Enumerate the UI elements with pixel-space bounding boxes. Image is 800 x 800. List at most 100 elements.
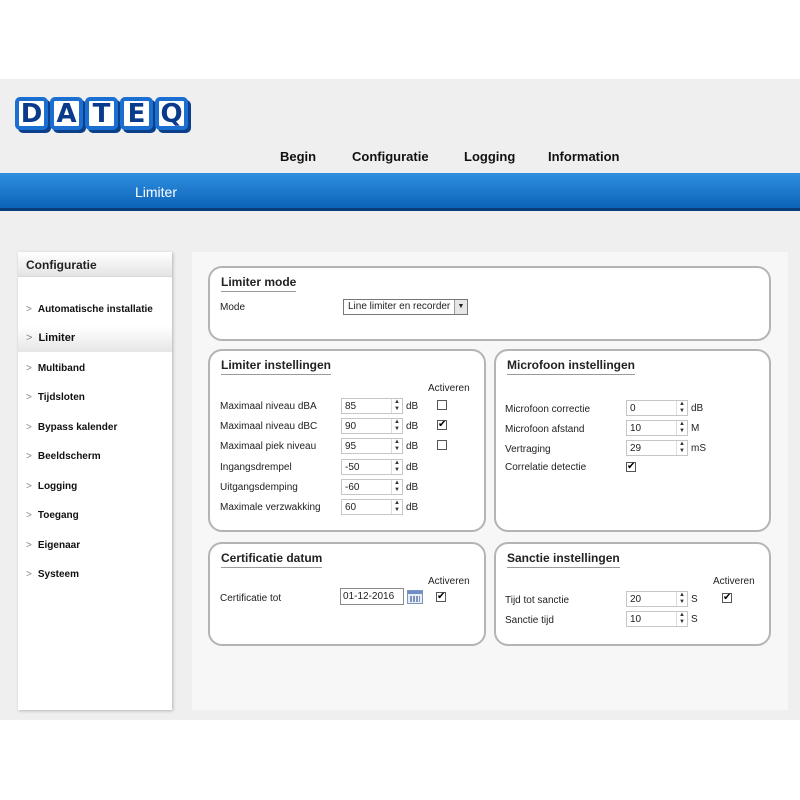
sidebar-item-toegang[interactable]: > Toegang: [18, 504, 172, 528]
sidebar-item-bypass-kalender[interactable]: > Bypass kalender: [18, 416, 172, 440]
stepper-arrows[interactable]: ▲ ▼: [391, 480, 402, 494]
max-niveau-dbc-stepper[interactable]: ▲▼: [341, 418, 403, 434]
nav-logging[interactable]: Logging: [464, 149, 515, 164]
stepper-input[interactable]: [342, 460, 392, 474]
content-area: Limiter mode Mode Line limiter en record…: [192, 252, 788, 710]
activeren-dbc-checkbox[interactable]: ✔: [437, 420, 447, 430]
stepper-input[interactable]: [342, 480, 392, 494]
mode-label: Mode: [220, 302, 246, 313]
logo-letter: D: [15, 97, 48, 130]
spin-down-icon[interactable]: ▼: [392, 467, 402, 474]
stepper-arrows[interactable]: ▲ ▼: [676, 401, 687, 415]
dateq-logo: D A T E Q: [15, 97, 190, 130]
maximale-verzwakking-stepper[interactable]: ▲▼: [341, 499, 403, 515]
calendar-icon[interactable]: [407, 590, 423, 604]
spin-up-icon[interactable]: ▲: [677, 612, 687, 619]
chevron-right-icon: >: [26, 451, 32, 462]
stepper-arrows[interactable]: ▲ ▼: [676, 441, 687, 455]
certificatie-tot-label: Certificatie tot: [220, 593, 282, 604]
sidebar-item-automatische-installatie[interactable]: > Automatische installatie: [18, 298, 172, 322]
stepper-input[interactable]: [627, 592, 677, 606]
row-label: Uitgangsdemping: [220, 482, 298, 493]
sidebar-item-limiter[interactable]: > Limiter: [18, 326, 172, 352]
panel-limiter-instellingen: Limiter instellingen Activeren Maximaal …: [208, 349, 486, 532]
spin-down-icon[interactable]: ▼: [392, 446, 402, 453]
stepper-input[interactable]: [342, 439, 392, 453]
ingangsdrempel-stepper[interactable]: ▲▼: [341, 459, 403, 475]
activeren-header: Activeren: [428, 576, 470, 587]
logo-letter: Q: [155, 97, 188, 130]
spin-down-icon[interactable]: ▼: [677, 428, 687, 435]
sidebar-item-systeem[interactable]: > Systeem: [18, 563, 172, 587]
spin-down-icon[interactable]: ▼: [677, 619, 687, 626]
sidebar-item-label: Eigenaar: [37, 540, 81, 551]
stepper-input[interactable]: [627, 441, 677, 455]
activeren-dba-checkbox[interactable]: [437, 400, 447, 410]
sidebar-item-label: Logging: [37, 481, 78, 492]
unit-label: dB: [406, 462, 419, 473]
certificatie-date-input[interactable]: 01-12-2016: [340, 588, 404, 605]
stepper-input[interactable]: [342, 500, 392, 514]
spin-down-icon[interactable]: ▼: [677, 408, 687, 415]
spin-up-icon[interactable]: ▲: [392, 480, 402, 487]
vertraging-stepper[interactable]: ▲▼: [626, 440, 688, 456]
stepper-arrows[interactable]: ▲ ▼: [391, 500, 402, 514]
microfoon-correctie-stepper[interactable]: ▲▼: [626, 400, 688, 416]
spin-up-icon[interactable]: ▲: [392, 439, 402, 446]
nav-configuratie[interactable]: Configuratie: [352, 149, 429, 164]
stepper-input[interactable]: [342, 419, 392, 433]
spin-up-icon[interactable]: ▲: [392, 460, 402, 467]
spin-down-icon[interactable]: ▼: [392, 487, 402, 494]
stepper-arrows[interactable]: ▲ ▼: [391, 419, 402, 433]
sidebar-item-tijdsloten[interactable]: > Tijdsloten: [18, 386, 172, 410]
spin-up-icon[interactable]: ▲: [392, 500, 402, 507]
panel-title: Limiter mode: [221, 275, 297, 292]
spin-up-icon[interactable]: ▲: [677, 401, 687, 408]
stepper-arrows[interactable]: ▲ ▼: [391, 460, 402, 474]
stepper-arrows[interactable]: ▲ ▼: [676, 612, 687, 626]
spin-up-icon[interactable]: ▲: [677, 421, 687, 428]
nav-information[interactable]: Information: [548, 149, 620, 164]
spin-down-icon[interactable]: ▼: [677, 599, 687, 606]
spin-up-icon[interactable]: ▲: [392, 419, 402, 426]
panel-title: Sanctie instellingen: [507, 551, 620, 568]
activeren-sanctie-checkbox[interactable]: ✔: [722, 593, 732, 603]
stepper-input[interactable]: [627, 612, 677, 626]
chevron-down-icon[interactable]: ▼: [454, 300, 467, 314]
spin-down-icon[interactable]: ▼: [677, 448, 687, 455]
stepper-input[interactable]: [342, 399, 392, 413]
panel-sanctie-instellingen: Sanctie instellingen Activeren Tijd tot …: [494, 542, 771, 646]
stepper-input[interactable]: [627, 401, 677, 415]
activeren-piek-checkbox[interactable]: [437, 440, 447, 450]
uitgangsdemping-stepper[interactable]: ▲▼: [341, 479, 403, 495]
sidebar-item-label: Multiband: [37, 363, 86, 374]
sidebar-item-eigenaar[interactable]: > Eigenaar: [18, 534, 172, 558]
sanctie-tijd-stepper[interactable]: ▲▼: [626, 611, 688, 627]
max-niveau-dba-stepper[interactable]: ▲▼: [341, 398, 403, 414]
chevron-right-icon: >: [26, 363, 32, 374]
spin-up-icon[interactable]: ▲: [677, 441, 687, 448]
stepper-arrows[interactable]: ▲ ▼: [391, 439, 402, 453]
stepper-input[interactable]: [627, 421, 677, 435]
panel-certificatie-datum: Certificatie datum Activeren Certificati…: [208, 542, 486, 646]
spin-up-icon[interactable]: ▲: [392, 399, 402, 406]
spin-down-icon[interactable]: ▼: [392, 426, 402, 433]
stepper-arrows[interactable]: ▲ ▼: [676, 421, 687, 435]
sidebar-item-logging[interactable]: > Logging: [18, 475, 172, 499]
max-piek-niveau-stepper[interactable]: ▲▼: [341, 438, 403, 454]
stepper-arrows[interactable]: ▲ ▼: [391, 399, 402, 413]
spin-down-icon[interactable]: ▼: [392, 406, 402, 413]
stepper-arrows[interactable]: ▲ ▼: [676, 592, 687, 606]
mode-select[interactable]: Line limiter en recorder ▼: [343, 299, 468, 315]
sidebar-item-label: Tijdsloten: [37, 392, 85, 403]
sidebar-item-beeldscherm[interactable]: > Beeldscherm: [18, 445, 172, 469]
sidebar-item-multiband[interactable]: > Multiband: [18, 357, 172, 381]
spin-up-icon[interactable]: ▲: [677, 592, 687, 599]
correlatie-detectie-checkbox[interactable]: ✔: [626, 462, 636, 472]
logo-letter: T: [85, 97, 118, 130]
tijd-tot-sanctie-stepper[interactable]: ▲▼: [626, 591, 688, 607]
nav-begin[interactable]: Begin: [280, 149, 316, 164]
activeren-certificatie-checkbox[interactable]: ✔: [436, 592, 446, 602]
microfoon-afstand-stepper[interactable]: ▲▼: [626, 420, 688, 436]
spin-down-icon[interactable]: ▼: [392, 507, 402, 514]
